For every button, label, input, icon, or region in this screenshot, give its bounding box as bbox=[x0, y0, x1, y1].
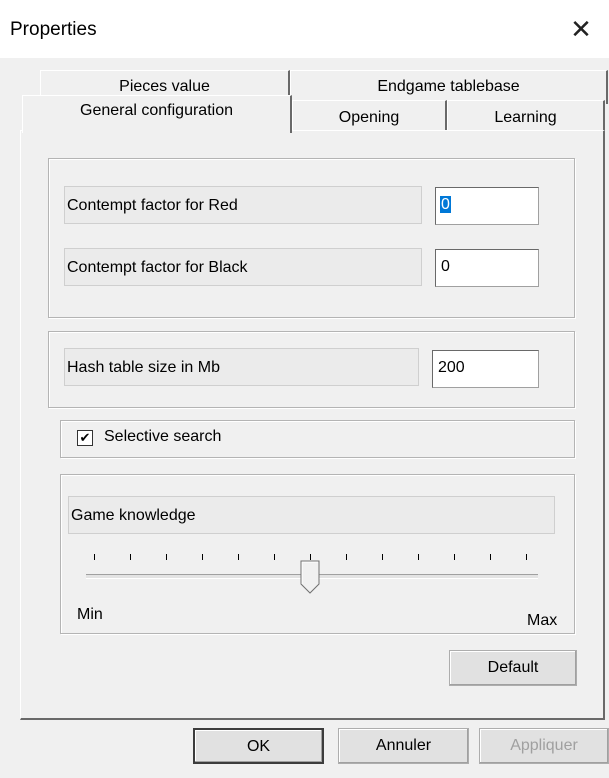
slider-tick bbox=[94, 554, 95, 560]
slider-tick bbox=[526, 554, 527, 560]
tab-label: General configuration bbox=[80, 102, 233, 119]
tab-endgame-tablebase[interactable]: Endgame tablebase bbox=[290, 70, 608, 104]
slider-tick bbox=[130, 554, 131, 560]
tab-learning[interactable]: Learning bbox=[447, 100, 605, 134]
slider-min-label: Min bbox=[77, 606, 103, 623]
slider-thumb[interactable] bbox=[300, 560, 320, 594]
slider-tick bbox=[166, 554, 167, 560]
tab-general-configuration[interactable]: General configuration bbox=[22, 95, 292, 133]
hash-size-input[interactable]: 200 bbox=[432, 350, 539, 388]
check-icon: ✔ bbox=[79, 430, 91, 445]
slider-tick bbox=[454, 554, 455, 560]
window-title: Properties bbox=[10, 19, 97, 40]
title-bar: Properties ✕ bbox=[0, 0, 609, 58]
close-icon[interactable]: ✕ bbox=[553, 0, 609, 58]
hash-size-value: 200 bbox=[438, 359, 465, 376]
selective-search-label: Selective search bbox=[104, 428, 222, 445]
ok-button[interactable]: OK bbox=[193, 728, 324, 764]
slider-max-label: Max bbox=[527, 612, 558, 629]
contempt-red-value: 0 bbox=[440, 196, 451, 213]
game-knowledge-label: Game knowledge bbox=[68, 496, 555, 534]
slider-tick bbox=[202, 554, 203, 560]
slider-tick bbox=[238, 554, 239, 560]
contempt-red-input[interactable]: 0 bbox=[435, 187, 539, 225]
contempt-red-label: Contempt factor for Red bbox=[64, 186, 422, 224]
contempt-group bbox=[48, 158, 575, 318]
default-button[interactable]: Default bbox=[449, 650, 577, 686]
contempt-black-label: Contempt factor for Black bbox=[64, 248, 422, 286]
slider-tick bbox=[274, 554, 275, 560]
cancel-button[interactable]: Annuler bbox=[338, 728, 469, 764]
slider-tick bbox=[418, 554, 419, 560]
hash-size-label: Hash table size in Mb bbox=[64, 348, 419, 386]
contempt-black-value: 0 bbox=[441, 258, 450, 275]
slider-tick bbox=[490, 554, 491, 560]
slider-tick bbox=[382, 554, 383, 560]
contempt-black-input[interactable]: 0 bbox=[435, 249, 539, 287]
apply-button[interactable]: Appliquer bbox=[479, 728, 609, 764]
selective-search-checkbox[interactable]: ✔ bbox=[77, 430, 93, 446]
slider-tick bbox=[346, 554, 347, 560]
tab-opening[interactable]: Opening bbox=[292, 100, 447, 134]
tab-label: Endgame tablebase bbox=[377, 78, 520, 95]
